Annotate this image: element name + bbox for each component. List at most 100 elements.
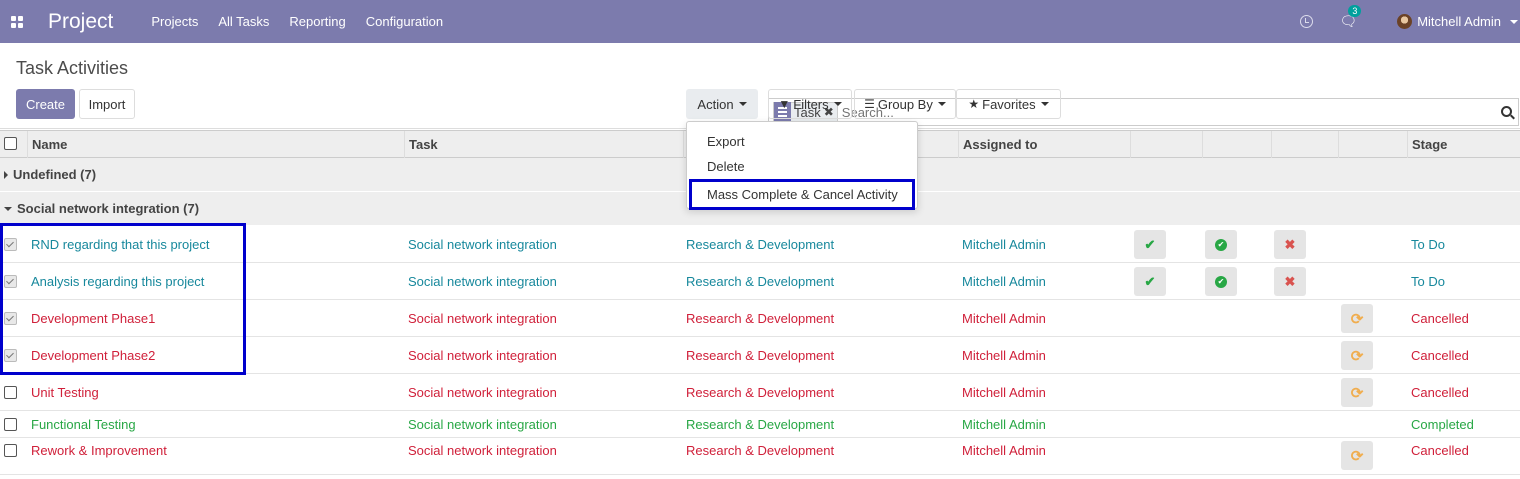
row-checkbox[interactable] [4, 386, 17, 399]
chevron-down-icon [1040, 102, 1049, 106]
cell-task: Social network integration [408, 311, 557, 326]
close-icon: ✖ [1284, 273, 1296, 289]
cell-project: Research & Development [686, 417, 835, 432]
avatar[interactable] [1397, 14, 1413, 29]
cell-name: Analysis regarding this project [31, 274, 205, 289]
cell-task: Social network integration [408, 417, 557, 432]
table-row[interactable]: Analysis regarding this project Social n… [0, 263, 1520, 300]
breadcrumb: Task Activities [16, 58, 129, 78]
top-navbar: Project Projects All Tasks Reporting Con… [0, 0, 1520, 43]
select-all-cell [0, 131, 17, 158]
groupby-button[interactable]: ☰ Group By [854, 89, 956, 119]
table-row[interactable]: Development Phase1 Social network integr… [0, 300, 1520, 337]
cell-stage: To Do [1411, 237, 1445, 252]
menu-item-delete[interactable]: Delete [687, 154, 917, 179]
column-revive[interactable] [1338, 131, 1408, 158]
create-button[interactable]: Create [16, 89, 75, 119]
menu-configuration[interactable]: Configuration [366, 14, 443, 29]
menu-item-export[interactable]: Export [687, 129, 917, 154]
table-row[interactable]: Rework & Improvement Social network inte… [0, 438, 1520, 475]
action-dropdown-menu: Export Delete Mass Complete & Cancel Act… [686, 121, 918, 210]
refresh-icon: ⟳ [1350, 447, 1364, 465]
cell-task: Social network integration [408, 443, 557, 458]
row-checkbox[interactable] [4, 275, 17, 288]
action-dropdown-button[interactable]: Action [686, 89, 758, 119]
search-icon[interactable] [1501, 106, 1512, 117]
chevron-down-icon [833, 102, 842, 106]
done-schedule-button[interactable]: ✔ [1205, 267, 1237, 296]
cell-name: Development Phase2 [31, 348, 156, 363]
cell-project: Research & Development [686, 385, 835, 400]
column-done-schedule[interactable] [1202, 131, 1272, 158]
menu-reporting[interactable]: Reporting [289, 14, 345, 29]
column-cancel[interactable] [1271, 131, 1339, 158]
cell-name: Unit Testing [31, 385, 99, 400]
cancel-activity-button[interactable]: ✖ [1274, 230, 1306, 259]
cell-task: Social network integration [408, 348, 557, 363]
menu-item-mass-complete-cancel[interactable]: Mass Complete & Cancel Activity [689, 179, 915, 210]
menu-projects[interactable]: Projects [151, 14, 198, 29]
revive-activity-button[interactable]: ⟳ [1341, 378, 1373, 407]
cell-assigned: Mitchell Admin [962, 237, 1046, 252]
cell-stage: Cancelled [1411, 311, 1469, 326]
column-task[interactable]: Task [404, 131, 684, 158]
action-label: Action [697, 96, 734, 112]
menu-all-tasks[interactable]: All Tasks [218, 14, 269, 29]
cell-assigned: Mitchell Admin [962, 417, 1046, 432]
row-checkbox[interactable] [4, 418, 17, 431]
cell-assigned: Mitchell Admin [962, 385, 1046, 400]
control-panel: Task Activities Task ✖ Create Import Act… [0, 43, 1520, 129]
select-all-checkbox[interactable] [4, 137, 17, 150]
column-name[interactable]: Name [27, 131, 405, 158]
table-row[interactable]: Unit Testing Social network integration … [0, 374, 1520, 411]
done-schedule-button[interactable]: ✔ [1205, 230, 1237, 259]
star-icon: ★ [968, 97, 980, 111]
cancel-activity-button[interactable]: ✖ [1274, 267, 1306, 296]
cell-project: Research & Development [686, 311, 835, 326]
mark-done-button[interactable]: ✔ [1134, 230, 1166, 259]
group-label: Social network integration (7) [17, 201, 200, 216]
mark-done-button[interactable]: ✔ [1134, 267, 1166, 296]
row-checkbox[interactable] [4, 444, 17, 457]
table-row[interactable]: Development Phase2 Social network integr… [0, 337, 1520, 374]
refresh-icon: ⟳ [1350, 310, 1364, 328]
column-assigned-to[interactable]: Assigned to [958, 131, 1131, 158]
cell-project: Research & Development [686, 348, 835, 363]
caret-down-icon [4, 206, 12, 211]
table-row[interactable]: RND regarding that this project Social n… [0, 226, 1520, 263]
filters-button[interactable]: ▼ Filters [768, 89, 852, 119]
cell-assigned: Mitchell Admin [962, 274, 1046, 289]
import-button[interactable]: Import [79, 89, 135, 119]
activity-clock-icon[interactable] [1300, 15, 1314, 28]
check-circle-icon: ✔ [1215, 275, 1227, 288]
apps-menu-icon[interactable] [0, 0, 34, 43]
table-row[interactable]: Functional Testing Social network integr… [0, 411, 1520, 438]
close-icon: ✖ [1284, 236, 1296, 252]
check-circle-icon: ✔ [1215, 238, 1227, 251]
revive-activity-button[interactable]: ⟳ [1341, 304, 1373, 333]
cell-project: Research & Development [686, 237, 835, 252]
cell-name: Rework & Improvement [31, 443, 167, 458]
chat-count-badge: 3 [1348, 5, 1362, 17]
cell-project: Research & Development [686, 274, 835, 289]
messaging-menu[interactable]: 🗨 3 [1339, 5, 1362, 30]
revive-activity-button[interactable]: ⟳ [1341, 341, 1373, 370]
cell-stage: Cancelled [1411, 443, 1469, 458]
row-checkbox[interactable] [4, 312, 17, 325]
cell-stage: Cancelled [1411, 385, 1469, 400]
column-done[interactable] [1130, 131, 1203, 158]
row-checkbox[interactable] [4, 349, 17, 362]
row-checkbox[interactable] [4, 238, 17, 251]
cell-stage: Cancelled [1411, 348, 1469, 363]
revive-activity-button[interactable]: ⟳ [1341, 441, 1373, 470]
cell-assigned: Mitchell Admin [962, 443, 1046, 458]
check-icon: ✔ [1144, 236, 1156, 252]
column-stage[interactable]: Stage [1407, 131, 1520, 158]
favorites-button[interactable]: ★ Favorites [956, 89, 1061, 119]
app-title[interactable]: Project [48, 10, 113, 34]
cell-name: RND regarding that this project [31, 237, 210, 252]
user-menu-name[interactable]: Mitchell Admin [1417, 14, 1501, 29]
cell-task: Social network integration [408, 274, 557, 289]
chevron-down-icon[interactable] [1510, 19, 1518, 24]
cell-stage: Completed [1411, 417, 1474, 432]
